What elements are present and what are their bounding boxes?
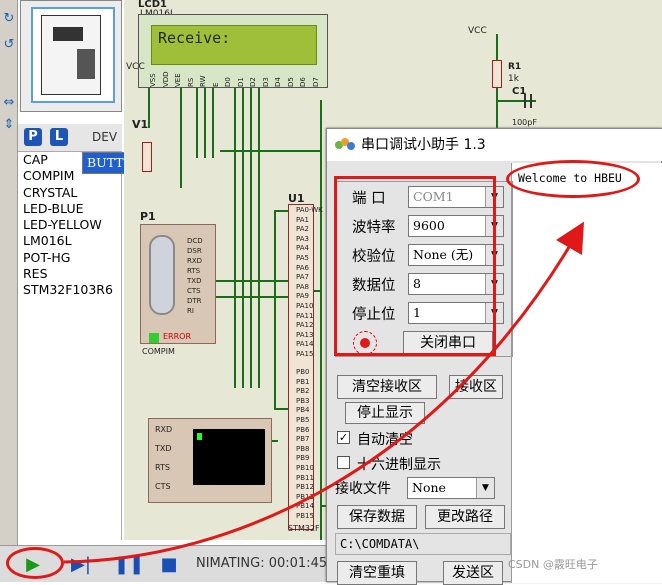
annotation-arrow (63, 221, 585, 564)
watermark: CSDN @霰旺电子 (508, 558, 598, 571)
